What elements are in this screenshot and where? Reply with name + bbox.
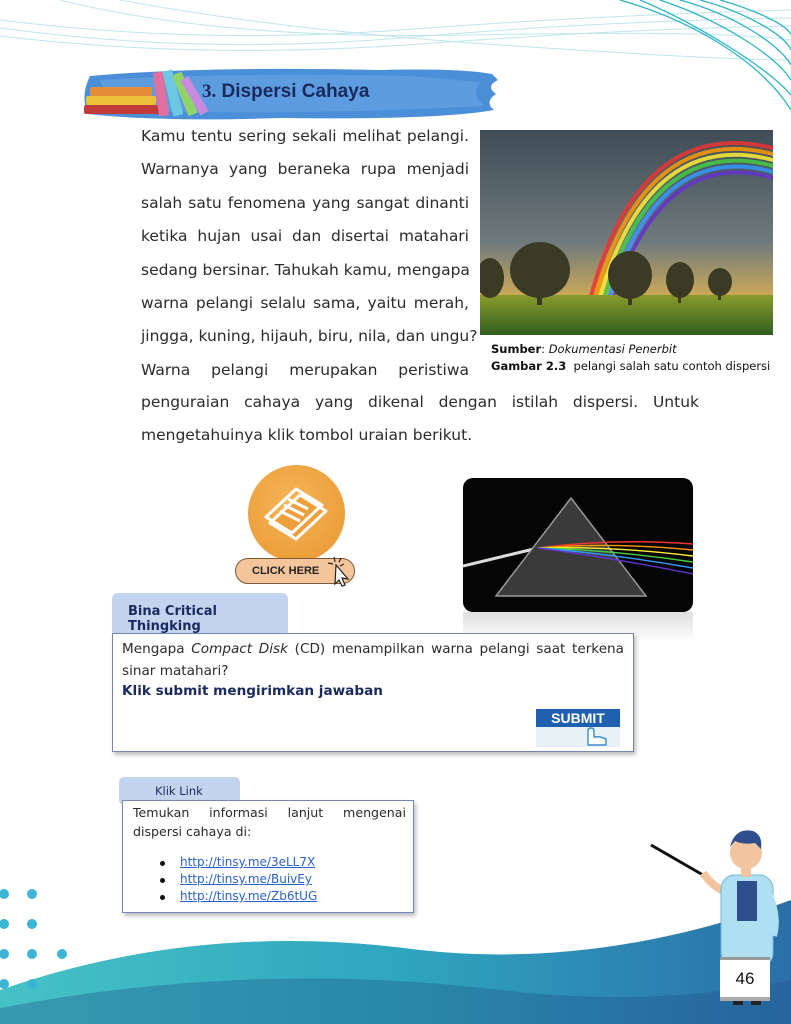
- intro-paragraph: Kamu tentu sering sekali melihat pelangi…: [141, 120, 478, 387]
- submit-label: SUBMIT: [551, 710, 605, 726]
- paragraph-line: penguraian cahaya yang dikenal dengan is…: [141, 393, 699, 411]
- paragraph-line: warna pelangi selalu sama, yaitu merah,: [141, 294, 469, 313]
- section-number: 3.: [202, 81, 217, 102]
- paragraph-line: mengetahuinya klik tombol uraian berikut…: [141, 426, 473, 445]
- caption-label: Gambar 2.3: [491, 359, 567, 373]
- section-title-text: Dispersi Cahaya: [221, 81, 370, 102]
- pointer-cursor-icon: [327, 556, 350, 587]
- click-here-label: CLICK HERE: [252, 565, 320, 577]
- source-separator: :: [541, 342, 549, 356]
- submit-button[interactable]: SUBMIT: [534, 705, 622, 750]
- document-button[interactable]: [248, 465, 345, 562]
- caption-text: pelangi salah satu contoh dispersi: [573, 359, 771, 373]
- submit-graphic: SUBMIT: [536, 709, 620, 747]
- paragraph-line: ketika hujan usai dan disertai matahari: [141, 227, 469, 246]
- critical-question: Mengapa Compact Disk (CD) menampilkan wa…: [122, 638, 624, 682]
- figure-caption: Sumber: Dokumentasi Penerbit Gambar 2.3 …: [491, 341, 770, 375]
- paragraph-line: Warnanya yang beraneka rupa menjadi: [141, 160, 469, 179]
- paragraph-line: Warna pelangi merupakan peristiwa: [141, 360, 469, 379]
- page-number: 46: [720, 957, 770, 1001]
- submit-instruction: Klik submit mengirimkan jawaban: [122, 683, 383, 699]
- link-box-text: Temukan informasi lanjut mengenai disper…: [133, 805, 406, 839]
- figure-title: Gambar 2.3 pelangi salah satu contoh dis…: [491, 358, 770, 375]
- question-italic-term: Compact Disk: [191, 641, 288, 657]
- prism-icon: [463, 496, 693, 597]
- click-here-button[interactable]: CLICK HERE: [235, 556, 355, 587]
- source-label: Sumber: [491, 342, 542, 356]
- section-title: 3. Dispersi Cahaya: [202, 81, 369, 103]
- prism-dispersion-image: [463, 478, 693, 612]
- paragraph-line: jingga, kuning, hijauh, biru, nila, dan …: [141, 327, 478, 346]
- critical-thinking-tab: Bina Critical Thingking: [112, 593, 288, 637]
- document-icon: [264, 487, 328, 541]
- figure-source: Sumber: Dokumentasi Penerbit: [491, 341, 770, 358]
- paragraph-line: salah satu fenomena yang sangat dinanti: [141, 193, 469, 212]
- resource-link[interactable]: http://tinsy.me/3eLL7X: [180, 855, 315, 869]
- continuation-paragraph: penguraian cahaya yang dikenal dengan is…: [141, 386, 699, 453]
- question-text: Mengapa: [122, 641, 192, 657]
- books-icon: [84, 69, 209, 117]
- rainbow-photo: [480, 130, 773, 335]
- source-value: Dokumentasi Penerbit: [548, 342, 677, 356]
- paragraph-line: sedang bersinar. Tahukah kamu, mengapa: [141, 260, 470, 279]
- list-item: http://tinsy.me/3eLL7X: [160, 854, 317, 871]
- paragraph-line: Kamu tentu sering sekali melihat pelangi…: [141, 127, 469, 145]
